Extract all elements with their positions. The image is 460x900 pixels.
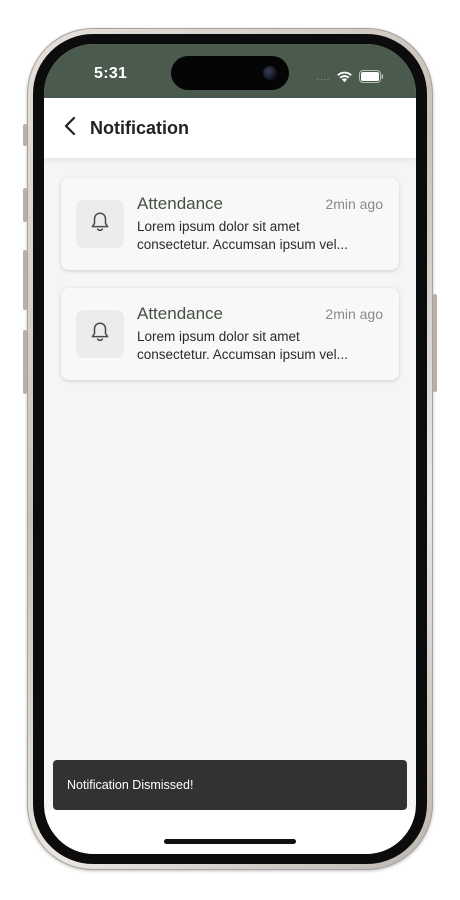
back-button[interactable] <box>60 116 80 140</box>
bell-icon <box>90 211 110 237</box>
status-icons: .... <box>317 68 384 87</box>
notification-icon-box <box>76 200 124 248</box>
volume-down-button <box>23 250 27 310</box>
page-title: Notification <box>90 117 189 138</box>
snackbar-message: Notification Dismissed! <box>67 778 194 792</box>
screen: 5:31 .... Notification Attendance 2min a… <box>44 44 416 854</box>
app-header: Notification <box>44 98 416 158</box>
volume-lower-button <box>23 330 27 394</box>
notification-body: Lorem ipsum dolor sit amet consectetur. … <box>137 328 385 364</box>
bell-icon <box>90 321 110 347</box>
notification-card[interactable]: Attendance 2min ago Lorem ipsum dolor si… <box>61 178 399 270</box>
notification-body-line: Lorem ipsum dolor sit amet <box>137 329 300 344</box>
notification-body: Lorem ipsum dolor sit amet consectetur. … <box>137 218 385 254</box>
status-time: 5:31 <box>94 65 128 82</box>
notification-list: Attendance 2min ago Lorem ipsum dolor si… <box>61 178 399 398</box>
home-indicator[interactable] <box>164 839 296 844</box>
camera-icon <box>263 66 277 80</box>
status-bar: 5:31 .... <box>44 44 416 98</box>
notification-card[interactable]: Attendance 2min ago Lorem ipsum dolor si… <box>61 288 399 380</box>
notification-body-line: consectetur. Accumsan ipsum vel... <box>137 237 348 252</box>
snackbar: Notification Dismissed! <box>53 760 407 810</box>
wifi-icon <box>336 68 353 87</box>
notification-title: Attendance <box>137 304 224 323</box>
notification-icon-box <box>76 310 124 358</box>
notification-body-line: Lorem ipsum dolor sit amet <box>137 219 300 234</box>
dynamic-island <box>171 56 289 90</box>
notification-time: 2min ago <box>325 196 383 212</box>
notification-body-line: consectetur. Accumsan ipsum vel... <box>137 347 348 362</box>
power-button <box>433 294 437 392</box>
bottom-safe-area <box>44 810 416 854</box>
signal-dots-icon: .... <box>316 72 330 83</box>
battery-icon <box>359 68 384 87</box>
action-button <box>23 124 27 146</box>
volume-up-button <box>23 188 27 222</box>
notification-title: Attendance <box>137 194 224 213</box>
notification-time: 2min ago <box>325 306 383 322</box>
chevron-left-icon <box>64 116 76 140</box>
